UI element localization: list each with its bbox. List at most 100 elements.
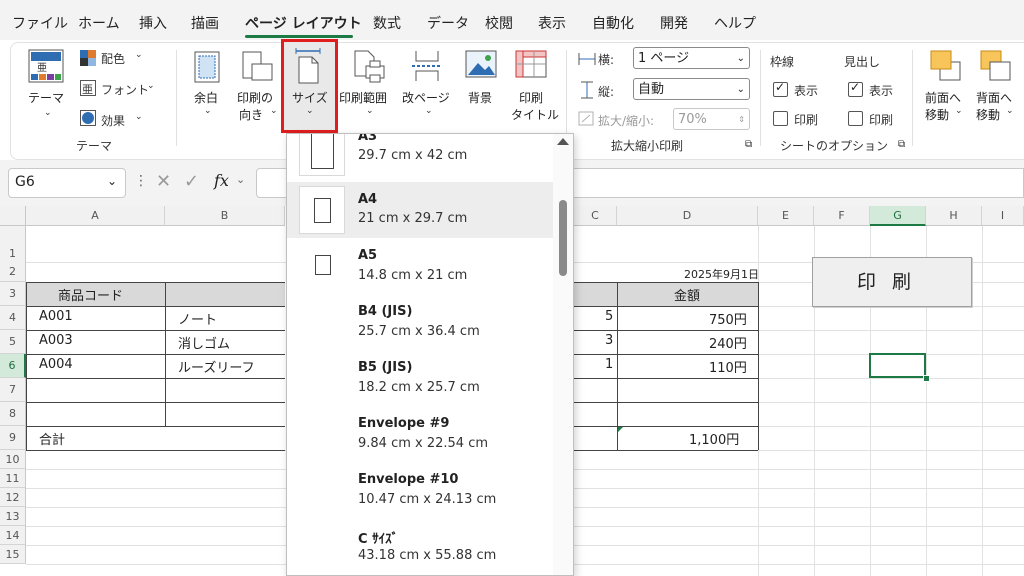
table-cell-code: A004 <box>39 357 73 372</box>
table-cell-qty: 5 <box>605 309 614 324</box>
size-option-b4[interactable]: B4 (JIS) 25.7 cm x 36.4 cm <box>287 296 553 352</box>
height-value: 自動 <box>638 82 665 97</box>
column-header[interactable]: H <box>926 206 982 226</box>
tab-insert[interactable]: 挿入 <box>139 13 167 33</box>
margins-button[interactable] <box>192 50 224 84</box>
headings-view-checkbox[interactable]: ✓ <box>848 80 863 97</box>
theme-button[interactable]: 亜 <box>27 48 67 88</box>
row-header[interactable]: 10 <box>0 450 26 469</box>
tab-file[interactable]: ファイル <box>12 13 68 33</box>
tab-view[interactable]: 表示 <box>538 13 566 33</box>
name-box[interactable]: G6 ⌄ <box>8 168 126 198</box>
enter-icon[interactable]: ✓ <box>184 171 199 192</box>
fonts-button[interactable]: フォント <box>101 81 149 98</box>
print-button[interactable]: 印刷 <box>812 257 972 307</box>
size-option-b5[interactable]: B5 (JIS) 18.2 cm x 25.7 cm <box>287 352 553 408</box>
bring-forward-icon <box>930 50 961 81</box>
page-preview-icon <box>299 186 345 234</box>
gridlines-view-checkbox[interactable]: ✓ <box>773 80 788 97</box>
size-option-envelope-10[interactable]: Envelope #10 10.47 cm x 24.13 cm <box>287 464 553 520</box>
column-header[interactable]: B <box>165 206 285 226</box>
print-area-button[interactable] <box>352 48 388 84</box>
column-header[interactable]: A <box>26 206 165 226</box>
tab-home[interactable]: ホーム <box>78 13 120 33</box>
tab-help[interactable]: ヘルプ <box>714 13 756 33</box>
row-header[interactable]: 4 <box>0 306 26 330</box>
selected-cell[interactable] <box>869 353 926 378</box>
select-all-corner[interactable] <box>0 206 26 226</box>
row-header[interactable]: 15 <box>0 545 26 564</box>
size-option-dims: 21 cm x 29.7 cm <box>358 211 468 226</box>
row-header[interactable]: 11 <box>0 469 26 488</box>
row-header[interactable]: 9 <box>0 426 26 450</box>
print-titles-button[interactable] <box>514 48 550 84</box>
row-header[interactable]: 5 <box>0 330 26 354</box>
send-backward-button[interactable] <box>978 48 1014 84</box>
width-icon <box>578 51 596 67</box>
size-option-a3[interactable]: A3 29.7 cm x 42 cm <box>287 134 553 182</box>
name-box-value: G6 <box>15 174 35 190</box>
scrollbar-thumb[interactable] <box>559 200 567 276</box>
orientation-button[interactable] <box>240 50 276 84</box>
gridlines-print-checkbox[interactable] <box>773 111 788 126</box>
tab-review[interactable]: 校閲 <box>485 13 513 33</box>
size-button[interactable] <box>294 48 324 86</box>
colors-button[interactable]: 配色 <box>101 50 125 67</box>
row-header[interactable]: 13 <box>0 507 26 526</box>
column-header[interactable]: E <box>758 206 814 226</box>
scale-input[interactable]: 70% ⇕ <box>673 108 750 130</box>
bring-forward-button[interactable] <box>928 48 964 84</box>
size-option-a4[interactable]: A4 21 cm x 29.7 cm <box>287 182 553 238</box>
row-header[interactable]: 12 <box>0 488 26 507</box>
chevron-down-icon[interactable]: ⌄ <box>107 174 117 188</box>
height-select[interactable]: 自動 ⌄ <box>633 78 750 100</box>
row-header[interactable]: 6 <box>0 354 26 378</box>
scroll-up-arrow-icon[interactable] <box>557 138 569 145</box>
cancel-icon[interactable]: ✕ <box>156 171 171 192</box>
size-option-envelope-9[interactable]: Envelope #9 9.84 cm x 22.54 cm <box>287 408 553 464</box>
column-header[interactable]: I <box>982 206 1024 226</box>
tab-data[interactable]: データ <box>427 13 469 33</box>
column-header[interactable]: D <box>617 206 758 226</box>
width-select[interactable]: 1 ページ ⌄ <box>633 47 750 69</box>
breaks-button[interactable] <box>410 48 446 84</box>
tab-draw[interactable]: 描画 <box>191 13 219 33</box>
tab-formulas[interactable]: 数式 <box>373 13 401 33</box>
row-header[interactable]: 2 <box>0 262 26 282</box>
effects-button[interactable]: 効果 <box>101 112 125 129</box>
insert-function-icon[interactable]: fx <box>214 171 229 190</box>
background-image-icon <box>465 50 497 78</box>
tab-developer[interactable]: 開発 <box>660 13 688 33</box>
table-border <box>574 378 758 379</box>
group-separator <box>176 50 177 146</box>
fill-handle[interactable] <box>923 375 930 382</box>
dialog-launcher-icon[interactable]: ⧉ <box>745 139 752 150</box>
size-option-name: A4 <box>358 192 378 207</box>
row-header[interactable]: 14 <box>0 526 26 545</box>
gridlines-label: 枠線 <box>770 55 795 69</box>
chevron-down-icon: ⌄ <box>135 50 143 60</box>
column-header[interactable]: F <box>814 206 870 226</box>
table-cell-amount: 750円 <box>709 313 747 328</box>
headings-print-checkbox[interactable] <box>848 111 863 126</box>
column-header[interactable]: C <box>574 206 617 226</box>
row-header[interactable]: 3 <box>0 282 26 306</box>
table-cell-name: ノート <box>178 313 218 328</box>
table-border <box>574 306 758 307</box>
row-header[interactable]: 8 <box>0 402 26 426</box>
headings-label: 見出し <box>844 55 881 69</box>
size-option-c-size[interactable]: C ｻｲｽﾞ 43.18 cm x 55.88 cm <box>287 520 553 575</box>
size-option-a5[interactable]: A5 14.8 cm x 21 cm <box>287 240 553 296</box>
column-header[interactable]: G <box>870 206 926 226</box>
size-option-dims: 43.18 cm x 55.88 cm <box>358 548 497 563</box>
page-break-icon <box>412 51 442 81</box>
background-button[interactable] <box>464 48 500 84</box>
background-label: 背景 <box>468 91 493 105</box>
dialog-launcher-icon[interactable]: ⧉ <box>898 139 905 150</box>
tab-automate[interactable]: 自動化 <box>592 13 634 33</box>
chevron-down-icon[interactable]: ⌄ <box>236 173 245 186</box>
table-border <box>26 330 285 331</box>
tab-page-layout[interactable]: ページ レイアウト <box>245 13 362 33</box>
ribbon-tab-bar: ファイル ホーム 挿入 描画 ページ レイアウト 数式 データ 校閲 表示 自動… <box>0 0 1024 40</box>
row-header[interactable]: 7 <box>0 378 26 402</box>
